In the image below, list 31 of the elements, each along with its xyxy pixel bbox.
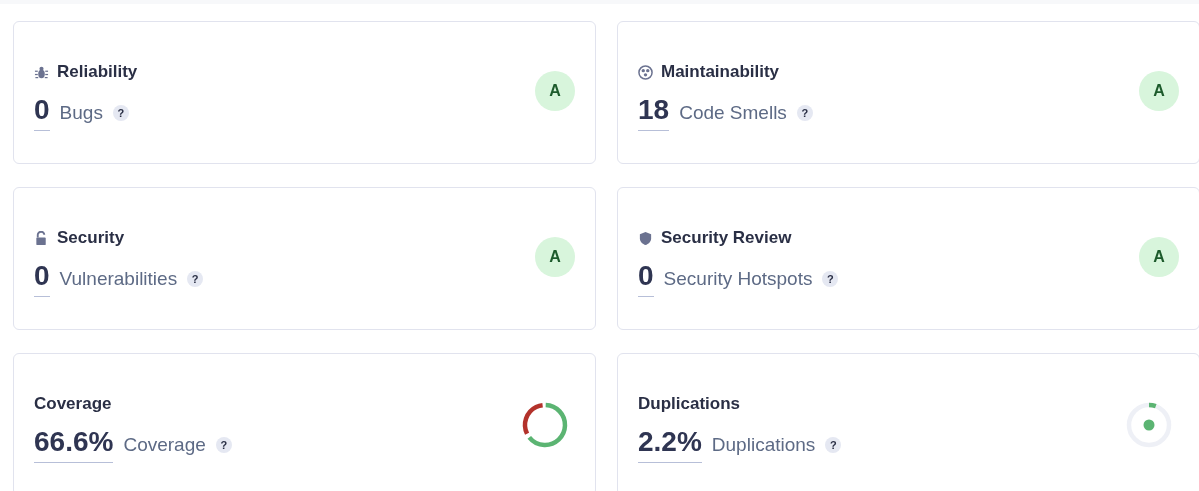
card-title: Coverage <box>34 394 112 414</box>
measure-value[interactable]: 2.2% <box>638 426 702 463</box>
measure-value[interactable]: 18 <box>638 94 670 131</box>
help-icon[interactable]: ? <box>796 104 813 121</box>
measure-value[interactable]: 66.6% <box>34 426 114 463</box>
shield-icon <box>638 230 653 246</box>
measure-value[interactable]: 0 <box>34 94 50 131</box>
card-title: Security Review <box>661 228 792 248</box>
card-title: Duplications <box>638 394 740 414</box>
help-icon[interactable]: ? <box>187 270 204 287</box>
measure-label: Vulnerabilities <box>59 267 178 290</box>
card-title: Reliability <box>57 62 138 82</box>
measure-label: Duplications <box>711 433 816 456</box>
bug-icon <box>34 64 49 80</box>
help-icon[interactable]: ? <box>215 436 232 453</box>
measure-label: Code Smells <box>679 101 787 124</box>
rating-badge: A <box>1139 236 1179 277</box>
measure-label: Coverage <box>123 433 206 456</box>
rating-badge: A <box>535 236 575 277</box>
rating-badge: A <box>1139 70 1179 111</box>
measure-label: Security Hotspots <box>663 267 813 290</box>
rating-badge: A <box>535 70 575 111</box>
measure-label: Bugs <box>59 101 103 124</box>
card-title: Maintainability <box>661 62 780 82</box>
help-icon[interactable]: ? <box>825 436 842 453</box>
measure-value[interactable]: 0 <box>34 260 50 297</box>
help-icon[interactable]: ? <box>822 270 839 287</box>
help-icon[interactable]: ? <box>112 104 129 121</box>
card-title: Security <box>57 228 125 248</box>
measure-value[interactable]: 0 <box>638 260 654 297</box>
unlocked-padlock-icon <box>34 230 49 246</box>
